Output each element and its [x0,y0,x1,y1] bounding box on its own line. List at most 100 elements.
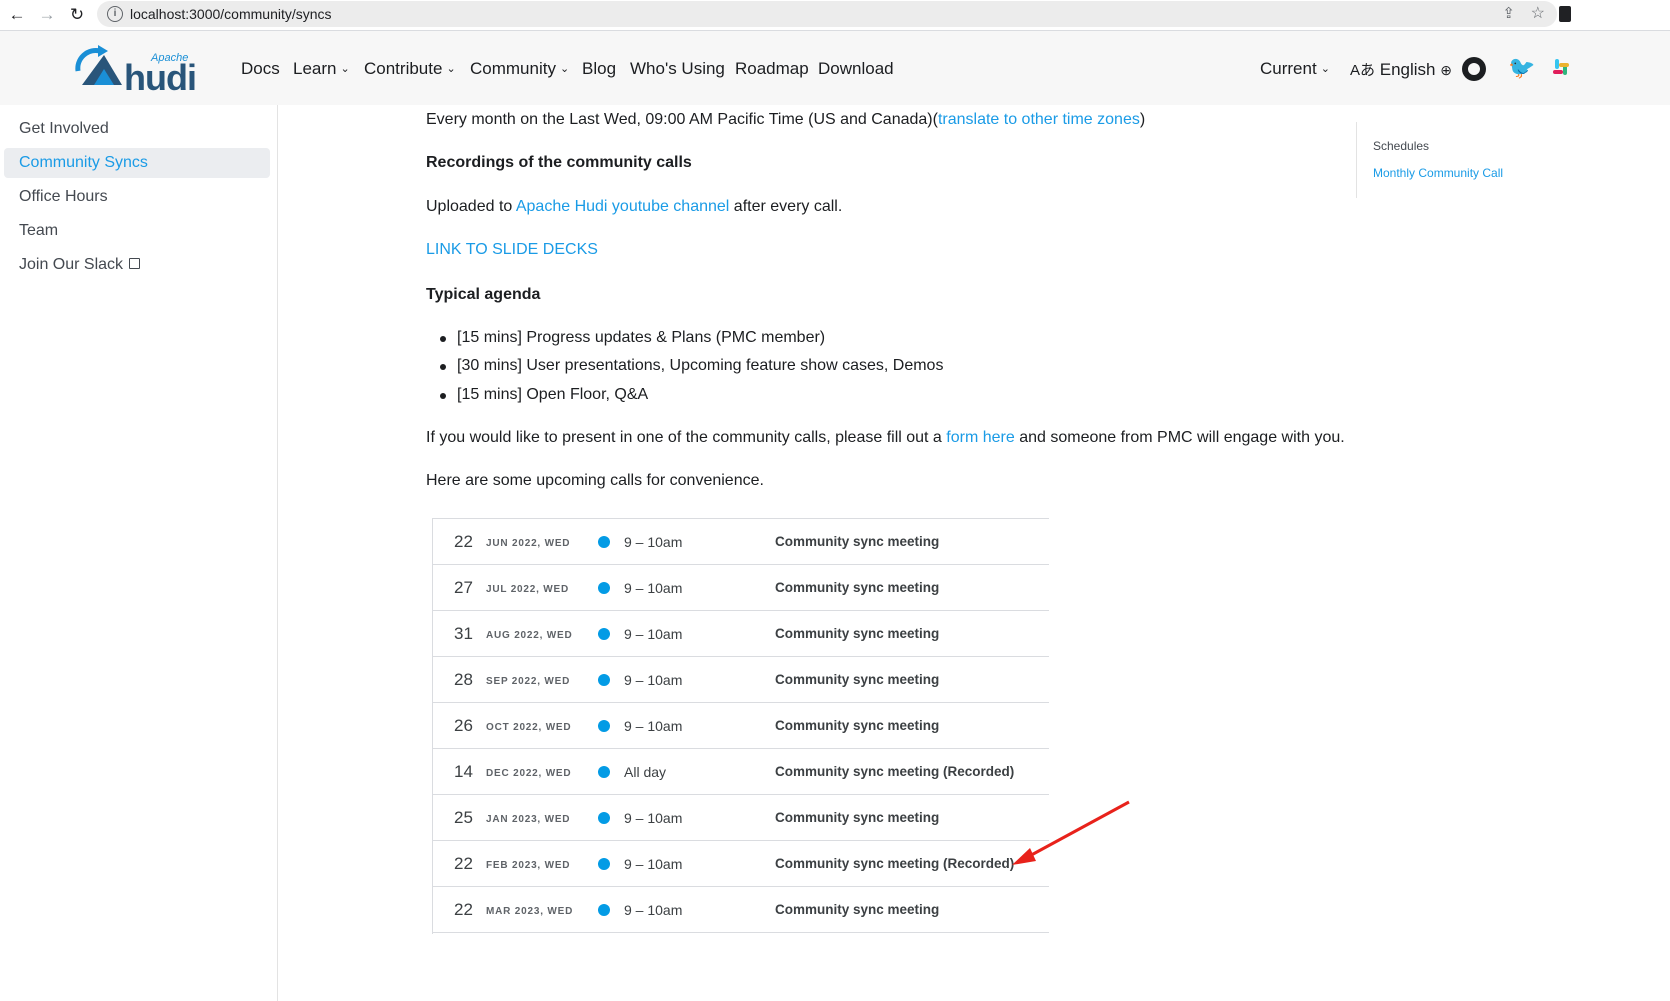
event-dot-icon [598,904,610,916]
agenda-heading: Typical agenda [426,286,541,303]
present-text: If you would like to present in one of t… [426,429,1345,446]
event-title[interactable]: Community sync meeting [775,902,939,917]
calendar-event-row[interactable]: 25 JAN 2023, WED 9 – 10am Community sync me… [433,794,1049,840]
sidebar: Get Involved Community Syncs Office Hour… [0,105,278,1001]
uploaded-text: Uploaded to Apache Hudi youtube channel … [426,198,843,215]
time-zones-link[interactable]: translate to other time zones [938,111,1140,128]
event-day: 14 [454,762,473,781]
sidebar-item-office-hours[interactable]: Office Hours [4,182,270,212]
event-month: DEC 2022, WED [486,768,572,779]
extension-icon[interactable] [1559,6,1571,22]
event-title[interactable]: Community sync meeting [775,810,939,825]
event-dot-icon [598,536,610,548]
event-time: 9 – 10am [624,810,683,826]
event-title[interactable]: Community sync meeting [775,580,939,595]
github-icon[interactable] [1462,57,1486,81]
nav-whos-using[interactable]: Who's Using [630,59,725,79]
external-link-icon [129,258,141,269]
browser-toolbar: ← → ↻ i localhost:3000/community/syncs ⇪… [0,0,1670,31]
sidebar-item-join-slack[interactable]: Join Our Slack [4,250,270,280]
event-day: 22 [454,532,473,551]
chevron-down-icon: ⌄ [446,63,456,75]
upcoming-calls-calendar: 22 JUN 2022, WED 9 – 10am Community sync me… [432,518,1049,934]
calendar-event-row[interactable]: 22 FEB 2023, WED 9 – 10am Community sync me… [433,840,1049,886]
site-info-icon[interactable]: i [107,6,123,22]
sidebar-item-get-involved[interactable]: Get Involved [4,114,270,144]
event-dot-icon [598,812,610,824]
url-text[interactable]: localhost:3000/community/syncs [130,6,332,22]
event-day: 26 [454,716,473,735]
event-day: 31 [454,624,473,643]
agenda-item: [15 mins] Progress updates & Plans (PMC … [440,329,825,347]
event-time: 9 – 10am [624,902,683,918]
form-here-link[interactable]: form here [946,429,1014,446]
calendar-event-row[interactable]: 28 SEP 2022, WED 9 – 10am Community sync me… [433,656,1049,702]
slack-icon[interactable] [1551,57,1571,81]
event-title[interactable]: Community sync meeting [775,718,939,733]
back-arrow-icon[interactable]: ← [6,4,28,26]
version-dropdown[interactable]: Current ⌄ [1260,59,1330,79]
table-of-contents: Schedules Monthly Community Call [1356,122,1537,198]
chevron-down-icon: ⌄ [559,63,570,75]
event-month: JUN 2022, WED [486,538,571,549]
event-month: JUL 2022, WED [486,584,570,595]
event-time: 9 – 10am [624,534,683,550]
forward-arrow-icon[interactable]: → [36,4,58,26]
event-dot-icon [598,582,610,594]
calendar-event-row[interactable]: 31 AUG 2022, WED 9 – 10am Community sync me… [433,610,1049,656]
sidebar-item-community-syncs[interactable]: Community Syncs [4,148,270,178]
slide-decks-link[interactable]: LINK TO SLIDE DECKS [426,241,598,259]
event-day: 22 [454,900,473,919]
share-icon[interactable]: ⇪ [1502,4,1515,22]
chevron-down-icon: ⌄ [340,63,350,75]
bookmark-star-icon[interactable]: ☆ [1531,3,1545,23]
translate-icon: Aあ [1350,62,1376,79]
calendar-event-row[interactable]: 26 OCT 2022, WED 9 – 10am Community sync me… [433,702,1049,748]
nav-download[interactable]: Download [818,59,894,79]
event-title[interactable]: Community sync meeting (Recorded) [775,856,1014,871]
event-dot-icon [598,674,610,686]
calendar-row-divider [433,932,1049,934]
hudi-logo[interactable]: Apache hudi [70,41,215,98]
event-dot-icon [598,720,610,732]
toc-item-monthly-community-call[interactable]: Monthly Community Call [1373,166,1503,180]
calendar-event-row[interactable]: 22 JUN 2022, WED 9 – 10am Community sync me… [433,518,1049,564]
event-day: 28 [454,670,473,689]
event-time: 9 – 10am [624,626,683,642]
event-dot-icon [598,628,610,640]
globe-icon: ⊕ [1440,62,1452,78]
sidebar-item-team[interactable]: Team [4,216,270,246]
event-time: 9 – 10am [624,672,683,688]
nav-roadmap[interactable]: Roadmap [735,59,809,79]
chevron-down-icon: ⌄ [1320,63,1330,75]
nav-blog[interactable]: Blog [582,59,616,79]
calendar-event-row[interactable]: 14 DEC 2022, WED All day Community sync mee… [433,748,1049,794]
address-bar[interactable]: i localhost:3000/community/syncs ⇪ ☆ [97,1,1557,27]
nav-contribute[interactable]: Contribute ⌄ [364,59,456,79]
event-day: 27 [454,578,473,597]
youtube-channel-link[interactable]: Apache Hudi youtube channel [516,198,730,215]
event-title[interactable]: Community sync meeting [775,672,939,687]
event-day: 25 [454,808,473,827]
event-time: 9 – 10am [624,718,683,734]
agenda-item: [30 mins] User presentations, Upcoming f… [440,357,943,375]
event-title[interactable]: Community sync meeting [775,626,939,641]
nav-docs[interactable]: Docs [241,59,280,79]
hudi-logo-mark-icon [75,45,122,85]
event-month: MAR 2023, WED [486,906,574,917]
calendar-event-row[interactable]: 27 JUL 2022, WED 9 – 10am Community sync me… [433,564,1049,610]
event-title[interactable]: Community sync meeting (Recorded) [775,764,1014,779]
event-time: All day [624,764,667,780]
reload-icon[interactable]: ↻ [66,4,88,26]
event-time: 9 – 10am [624,580,683,596]
nav-community[interactable]: Community ⌄ [470,59,569,79]
calendar-event-row[interactable]: 22 MAR 2023, WED 9 – 10am Community sync me… [433,886,1049,932]
agenda-item: [15 mins] Open Floor, Q&A [440,386,648,404]
site-navbar: Apache hudi Docs Learn ⌄ Contribute ⌄ Comm… [0,31,1670,105]
event-title[interactable]: Community sync meeting [775,534,939,549]
language-dropdown[interactable]: Aあ English ⊕ [1350,59,1452,80]
nav-learn[interactable]: Learn ⌄ [293,59,350,79]
upcoming-text: Here are some upcoming calls for conveni… [426,472,764,489]
twitter-icon[interactable]: 🐦 [1508,55,1535,81]
toc-item-schedules[interactable]: Schedules [1373,139,1429,153]
